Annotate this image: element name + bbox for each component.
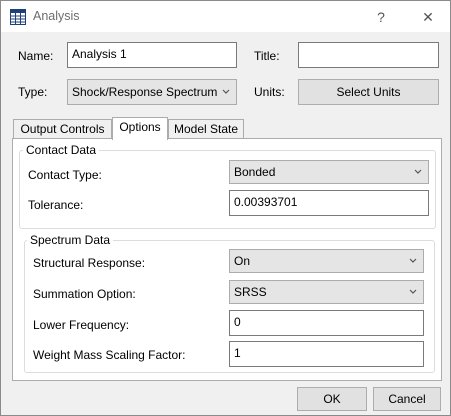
spectrum-data-title: Spectrum Data [27,233,114,247]
select-units-button[interactable]: Select Units [298,79,439,105]
analysis-dialog: Analysis ? ✕ Name: Analysis 1 Title: Typ… [0,0,451,416]
type-select[interactable]: Shock/Response Spectrum [67,79,237,105]
table-window-icon [10,9,26,25]
lower-frequency-label: Lower Frequency: [33,318,130,332]
tab-output-controls[interactable]: Output Controls [13,119,112,140]
close-button[interactable]: ✕ [416,6,440,28]
cancel-button[interactable]: Cancel [373,387,441,411]
help-button[interactable]: ? [369,6,393,28]
structural-response-select[interactable]: On [229,249,424,273]
structural-response-value: On [234,254,251,268]
contact-type-value: Bonded [234,165,276,179]
title-label: Title: [254,49,280,63]
contact-data-title: Contact Data [23,143,100,157]
options-panel: Contact Data Contact Type: Bonded Tolera… [12,138,442,381]
summation-option-select[interactable]: SRSS [229,280,424,304]
summation-option-value: SRSS [234,285,267,299]
title-input[interactable] [298,42,439,68]
window-title: Analysis [33,9,80,23]
contact-type-label: Contact Type: [28,168,102,182]
chevron-down-icon [414,169,422,174]
tab-model-state[interactable]: Model State [168,119,244,140]
weight-mass-scaling-input[interactable]: 1 [229,341,424,367]
tolerance-label: Tolerance: [28,198,84,212]
chevron-down-icon [409,289,417,294]
name-input[interactable]: Analysis 1 [67,42,237,68]
type-label: Type: [18,85,48,99]
name-label: Name: [18,49,54,63]
tolerance-input[interactable]: 0.00393701 [229,190,429,216]
summation-option-label: Summation Option: [33,287,136,301]
lower-frequency-input[interactable]: 0 [229,310,424,336]
type-select-value: Shock/Response Spectrum [72,85,218,99]
structural-response-label: Structural Response: [33,256,146,270]
weight-mass-scaling-label: Weight Mass Scaling Factor: [33,348,186,362]
contact-type-select[interactable]: Bonded [229,160,429,184]
ok-button[interactable]: OK [297,387,367,411]
chevron-down-icon [409,258,417,263]
title-bar: Analysis ? ✕ [1,1,450,32]
units-label: Units: [254,85,285,99]
tab-options[interactable]: Options [112,117,168,140]
chevron-down-icon [222,89,230,94]
